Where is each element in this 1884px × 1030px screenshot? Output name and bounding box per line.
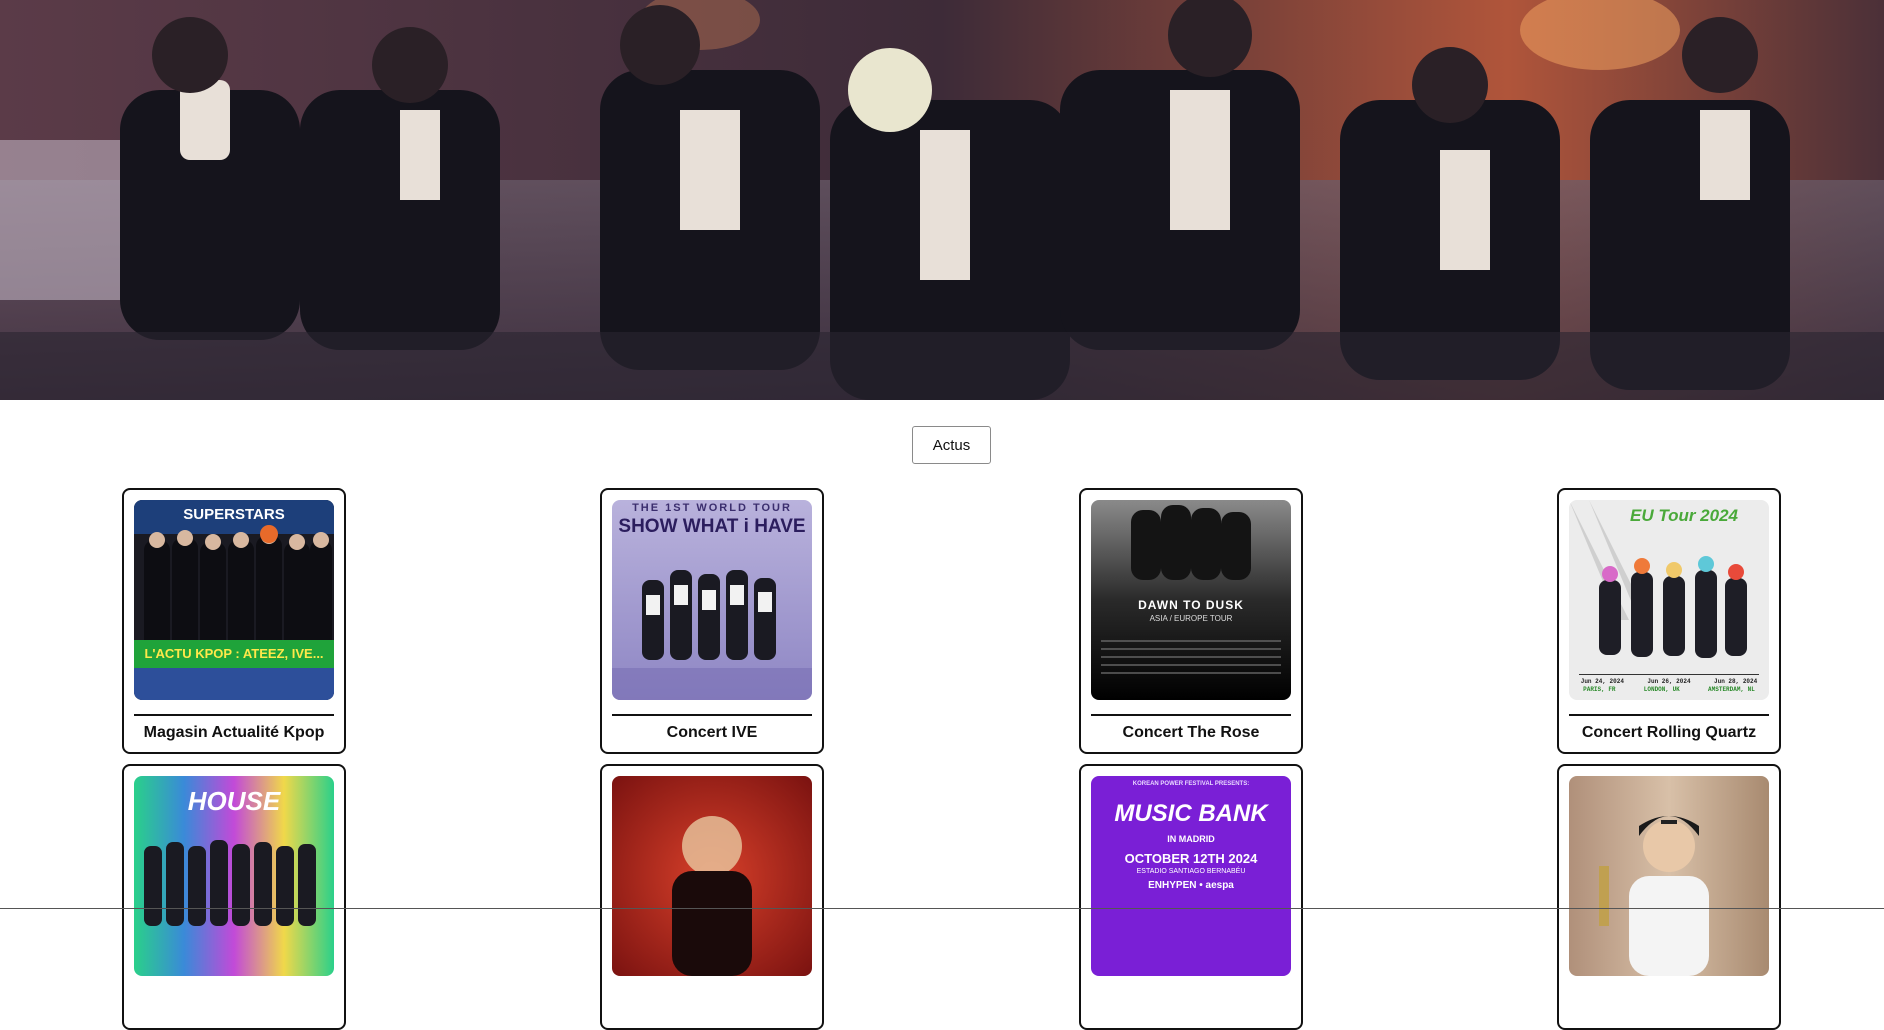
poster-venue: ESTADIO SANTIAGO BERNABÉU — [1136, 868, 1246, 875]
card-divider — [1091, 714, 1291, 716]
poster-subtitle: KOREAN POWER FESTIVAL PRESENTS: — [1132, 781, 1250, 787]
poster-image: THE 1ST WORLD TOUR SHOW WHAT i HAVE — [612, 500, 812, 700]
card-concert-ive[interactable]: THE 1ST WORLD TOUR SHOW WHAT i HAVE Conc… — [600, 488, 824, 754]
card-concert-the-rose[interactable]: DAWN TO DUSK ASIA / EUROPE TOUR Concert … — [1079, 488, 1303, 754]
card-title: Concert Rolling Quartz — [1581, 724, 1757, 741]
poster-date-paris: Jun 24, 2024 — [1580, 678, 1624, 685]
poster-city-paris: PARIS, FR — [1583, 686, 1616, 693]
card-title: Concert The Rose — [1122, 724, 1260, 741]
hero-banner-image — [0, 0, 1884, 400]
poster-city-amsterdam: AMSTERDAM, NL — [1708, 686, 1755, 693]
card-title: Magasin Actualité Kpop — [143, 724, 325, 741]
poster-image: SUPERSTARS L'ACTU KPOP : ATEEZ, IVE... — [134, 500, 334, 700]
poster-location: IN MADRID — [1167, 834, 1215, 844]
poster-image — [612, 776, 812, 976]
card-row2-music-bank[interactable]: KOREAN POWER FESTIVAL PRESENTS: MUSIC BA… — [1079, 764, 1303, 1030]
poster-image — [1569, 776, 1769, 976]
card-title: Concert IVE — [666, 724, 758, 741]
card-row2-house[interactable]: HOUSE — [122, 764, 346, 1030]
card-divider — [612, 714, 812, 716]
card-divider — [1569, 714, 1769, 716]
poster-acts: ENHYPEN • aespa — [1148, 880, 1234, 891]
card-magasin-actualite-kpop[interactable]: SUPERSTARS L'ACTU KPOP : ATEEZ, IVE... M… — [122, 488, 346, 754]
card-concert-rolling-quartz[interactable]: EU Tour 2024 Jun 24, 2024 Jun 26, 2024 J… — [1557, 488, 1781, 754]
poster-headline: L'ACTU KPOP : ATEEZ, IVE... — [144, 646, 324, 661]
poster-date-amsterdam: Jun 28, 2024 — [1714, 678, 1758, 685]
card-row2-red-poster[interactable] — [600, 764, 824, 1030]
card-divider — [134, 714, 334, 716]
poster-image: KOREAN POWER FESTIVAL PRESENTS: MUSIC BA… — [1091, 776, 1291, 976]
poster-title: DAWN TO DUSK — [1138, 598, 1244, 612]
poster-title: MUSIC BANK — [1114, 800, 1268, 827]
poster-city-london: LONDON, UK — [1643, 686, 1680, 693]
poster-date: OCTOBER 12TH 2024 — [1124, 851, 1258, 866]
poster-image: HOUSE — [134, 776, 334, 976]
poster-image: EU Tour 2024 Jun 24, 2024 Jun 26, 2024 J… — [1569, 500, 1769, 700]
card-row2-portrait[interactable] — [1557, 764, 1781, 1030]
poster-image: DAWN TO DUSK ASIA / EUROPE TOUR — [1091, 500, 1291, 700]
poster-date-london: Jun 26, 2024 — [1647, 678, 1691, 685]
actus-button[interactable]: Actus — [912, 426, 991, 464]
poster-subtitle: ASIA / EUROPE TOUR — [1149, 614, 1233, 623]
